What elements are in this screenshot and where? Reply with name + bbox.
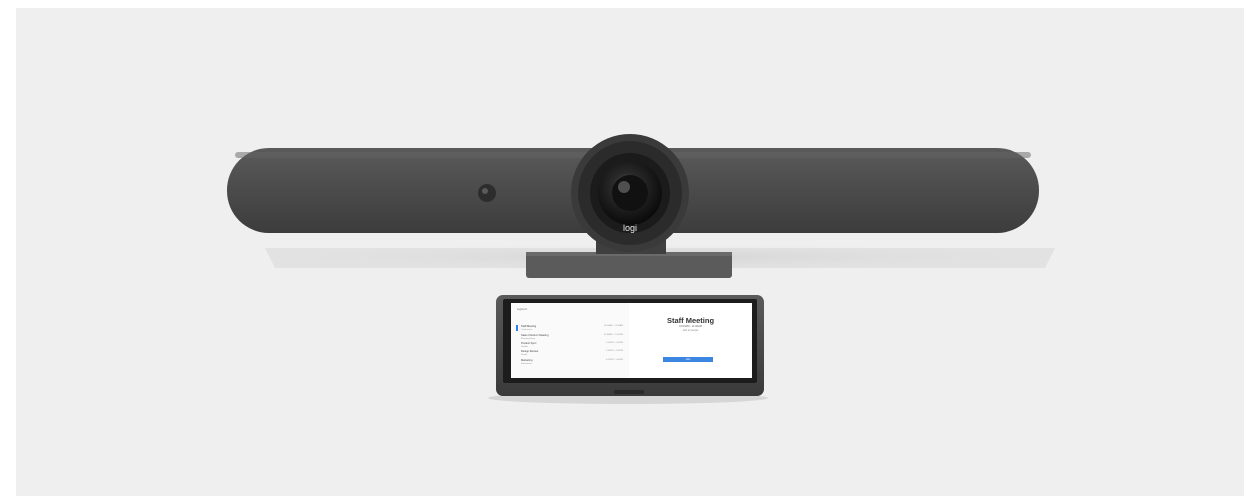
- schedule-panel: logitech Staff Meeting Conference 10:00A…: [511, 303, 630, 378]
- sensor-glint: [482, 188, 488, 194]
- selected-indicator: [516, 325, 518, 331]
- meeting-attendees: with 12 people: [682, 329, 699, 332]
- product-photo: logi: [227, 134, 1055, 404]
- meeting-title: Staff Meeting: [666, 316, 715, 325]
- list-item-time: 10:00AM - 11:00AM: [603, 325, 623, 327]
- list-item-sub: Meeting Room: [521, 337, 536, 340]
- tablet-port: [614, 390, 644, 394]
- list-item[interactable]: Product Sync Huddle 1:00PM - 2:00PM: [521, 342, 625, 350]
- list-item-sub: Huddle: [521, 345, 528, 348]
- list-item[interactable]: Staff Meeting Conference 10:00AM - 11:00…: [516, 325, 625, 333]
- list-item-time: 1:00PM - 2:00PM: [605, 342, 623, 344]
- lens-core: [612, 175, 648, 211]
- meeting-time: 10:00AM - 11:00AM: [679, 325, 702, 328]
- list-item[interactable]: Marketing Boardroom 4:00PM - 5:00PM: [521, 359, 625, 367]
- tablet-screen: logitech Staff Meeting Conference 10:00A…: [511, 303, 752, 378]
- list-item-time: 4:00PM - 5:00PM: [605, 359, 623, 361]
- list-item-sub: Boardroom: [521, 362, 532, 365]
- meeting-panel: Staff Meeting 10:00AM - 11:00AM with 12 …: [629, 303, 752, 378]
- list-item[interactable]: Design Review Studio 2:30PM - 3:30PM: [521, 350, 625, 358]
- list-item-sub: Studio: [521, 353, 528, 356]
- list-item-time: 11:30AM - 12:30PM: [603, 334, 623, 336]
- list-item[interactable]: Sales Check-In Meeting Meeting Room 11:3…: [521, 334, 625, 342]
- brand-label: logitech: [517, 307, 528, 311]
- join-button[interactable]: Join: [663, 357, 713, 362]
- list-item-sub: Conference: [521, 328, 533, 331]
- lens-glint: [618, 181, 630, 193]
- list-item-time: 2:30PM - 3:30PM: [605, 350, 623, 352]
- logi-badge: logi: [623, 223, 637, 233]
